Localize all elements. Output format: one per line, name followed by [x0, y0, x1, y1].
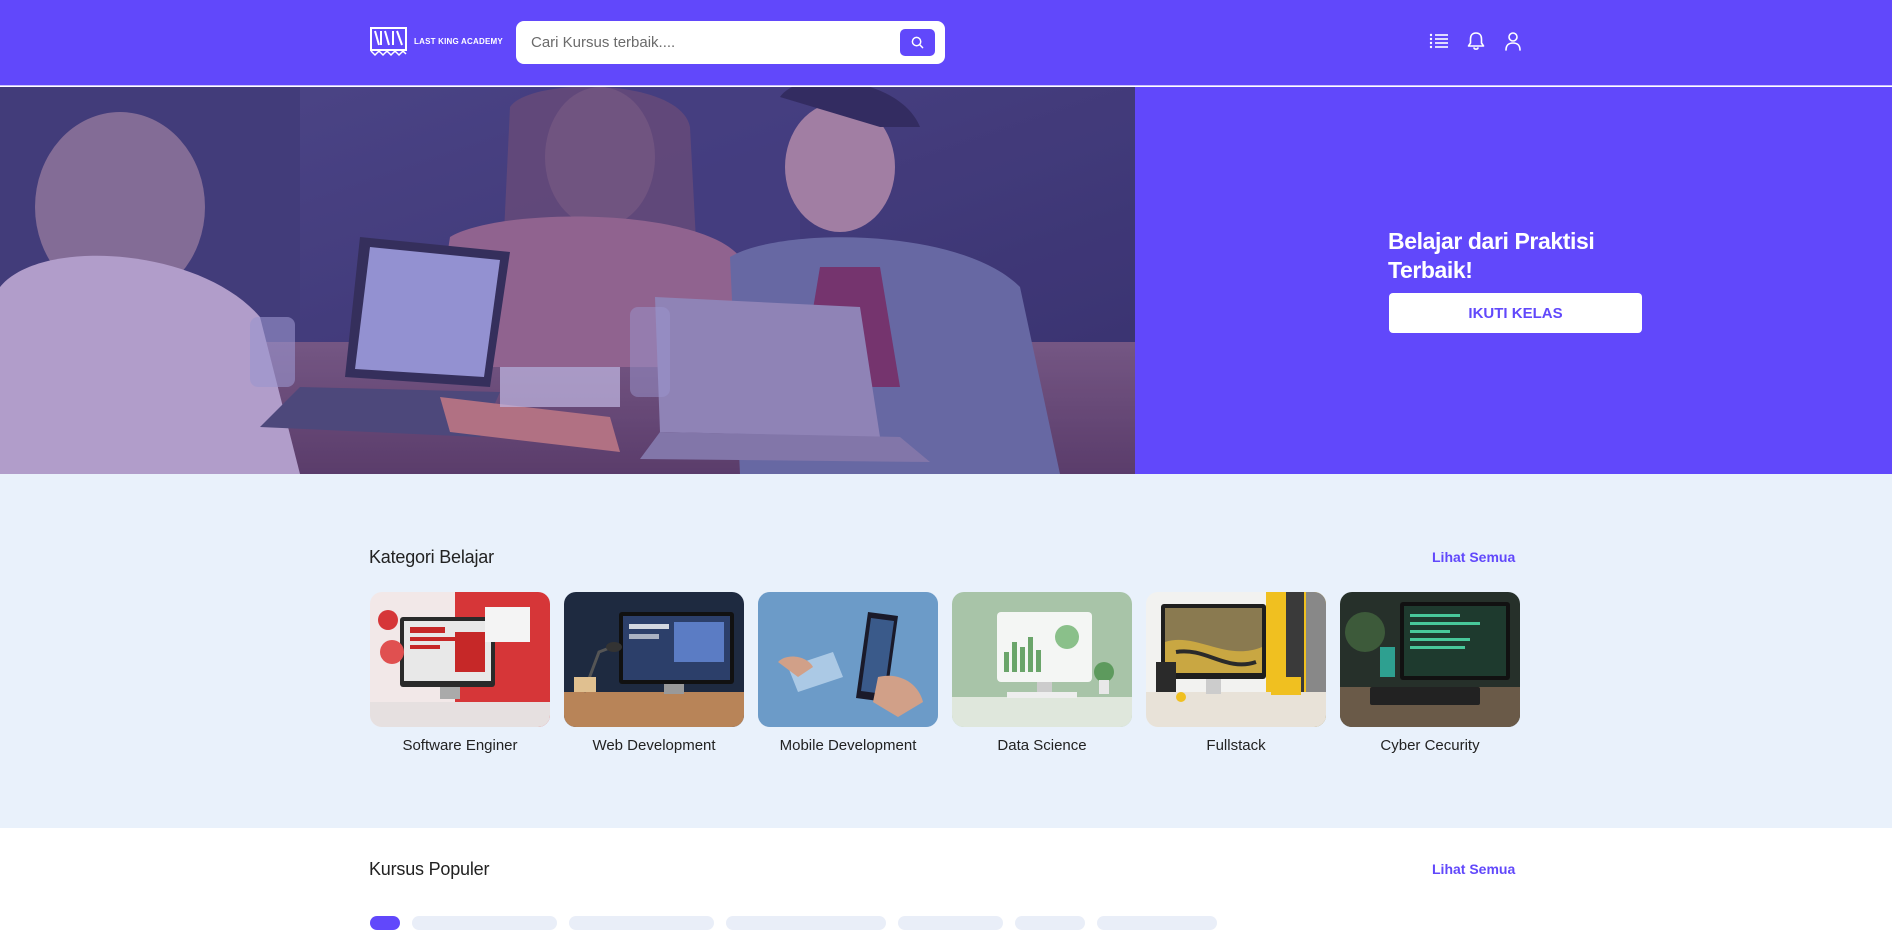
user-icon: [1505, 32, 1521, 51]
category-label: Mobile Development: [779, 737, 917, 754]
filter-tab[interactable]: [412, 916, 557, 930]
course-filter-tabs: [370, 916, 1217, 930]
logo-icon: [370, 27, 407, 57]
category-thumbnail: [564, 592, 744, 727]
category-thumbnail: [1340, 592, 1520, 727]
category-list: Software Enginer Web Development Mobile …: [370, 592, 1520, 754]
profile-button[interactable]: [1502, 30, 1524, 52]
hero-banner: Belajar dari Praktisi Terbaik! IKUTI KEL…: [0, 87, 1892, 474]
hero-title: Belajar dari Praktisi Terbaik!: [1388, 228, 1595, 283]
search-button[interactable]: [900, 29, 935, 56]
category-card-mobile[interactable]: Mobile Development: [758, 592, 938, 754]
menu-list-button[interactable]: [1428, 30, 1450, 52]
category-thumbnail: [370, 592, 550, 727]
nav-icons: [1428, 30, 1524, 52]
search-bar: [516, 21, 945, 64]
filter-tab[interactable]: [370, 916, 400, 930]
category-label: Software Enginer: [402, 737, 518, 754]
list-icon: [1429, 33, 1448, 49]
filter-tab[interactable]: [1015, 916, 1085, 930]
popular-title: Kursus Populer: [369, 859, 490, 879]
category-card-software[interactable]: Software Enginer: [370, 592, 550, 754]
brand-logo[interactable]: LAST KING ACADEMY: [369, 25, 503, 57]
see-all-popular-link[interactable]: Lihat Semua: [1432, 861, 1515, 877]
search-input[interactable]: [531, 34, 891, 51]
category-label: Cyber Cecurity: [1380, 737, 1480, 754]
category-label: Web Development: [592, 737, 716, 754]
see-all-categories-link[interactable]: Lihat Semua: [1432, 549, 1515, 565]
filter-tab[interactable]: [569, 916, 714, 930]
notification-button[interactable]: [1465, 30, 1487, 52]
category-card-datascience[interactable]: Data Science: [952, 592, 1132, 754]
top-navbar: LAST KING ACADEMY: [0, 0, 1892, 86]
category-card-fullstack[interactable]: Fullstack: [1146, 592, 1326, 754]
category-thumbnail: [1146, 592, 1326, 727]
filter-tab[interactable]: [726, 916, 886, 930]
join-class-button[interactable]: IKUTI KELAS: [1389, 293, 1642, 333]
category-card-web[interactable]: Web Development: [564, 592, 744, 754]
brand-name: LAST KING ACADEMY: [414, 36, 503, 46]
hero-photo: [0, 87, 1135, 474]
filter-tab[interactable]: [898, 916, 1003, 930]
category-card-cyber[interactable]: Cyber Cecurity: [1340, 592, 1520, 754]
category-label: Fullstack: [1206, 737, 1266, 754]
category-thumbnail: [952, 592, 1132, 727]
category-section: Kategori Belajar Lihat Semua Software En…: [0, 474, 1892, 828]
search-icon: [911, 36, 924, 49]
filter-tab[interactable]: [1097, 916, 1217, 930]
category-thumbnail: [758, 592, 938, 727]
popular-courses-section: Kursus Populer Lihat Semua: [0, 828, 1892, 930]
category-label: Data Science: [997, 737, 1087, 754]
category-title: Kategori Belajar: [369, 547, 494, 567]
bell-icon: [1467, 32, 1485, 50]
